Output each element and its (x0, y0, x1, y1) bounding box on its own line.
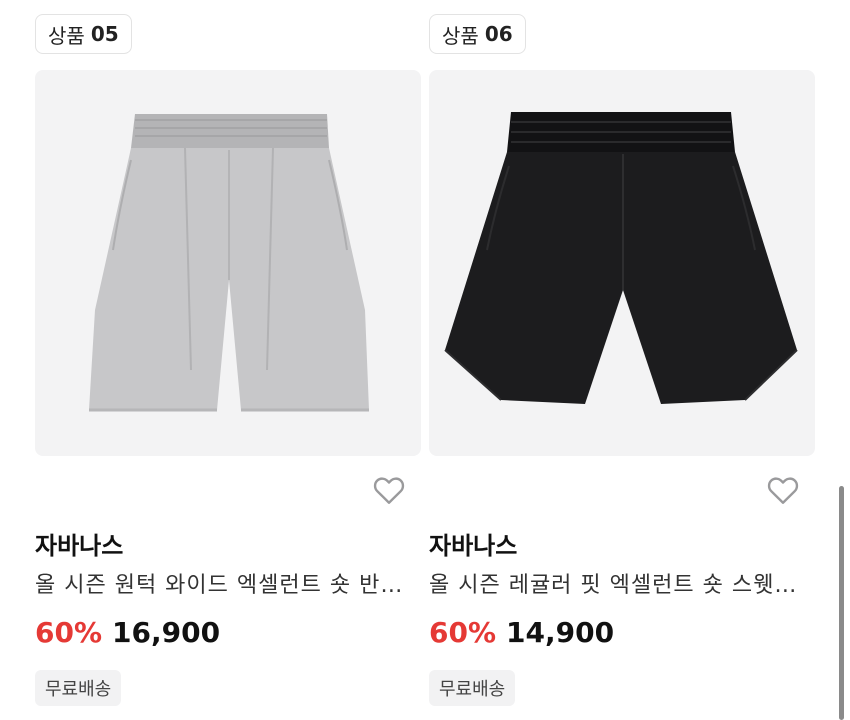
tag-prefix: 상품 (442, 23, 479, 48)
price-row: 60% 14,900 (429, 616, 614, 649)
sale-price: 16,900 (112, 616, 221, 649)
product-number-tag: 상품 05 (35, 14, 132, 54)
free-shipping-badge: 무료배송 (35, 670, 122, 706)
heart-outline-icon (767, 477, 799, 504)
product-image[interactable] (35, 70, 421, 456)
tag-number: 06 (484, 22, 513, 46)
wishlist-button[interactable] (371, 472, 407, 508)
product-card[interactable]: 상품 05 자바나스 올 시즌 원턱 와이드 엑셀런트 숏 반바지 60% 16… (35, 0, 421, 720)
brand-name: 자바나스 (35, 532, 124, 560)
heart-outline-icon (373, 477, 405, 504)
product-card[interactable]: 상품 06 자바나스 올 시즌 레귤러 핏 엑셀런트 숏 스웻 반바지 60% … (429, 0, 815, 720)
free-shipping-badge: 무료배송 (429, 670, 516, 706)
discount-rate: 60% (429, 616, 497, 649)
product-title[interactable]: 올 시즌 원턱 와이드 엑셀런트 숏 반바지 (35, 567, 410, 599)
tag-prefix: 상품 (48, 23, 85, 48)
vertical-scrollbar[interactable] (839, 486, 844, 720)
tag-number: 05 (90, 22, 119, 46)
product-image[interactable] (429, 70, 815, 456)
price-row: 60% 16,900 (35, 616, 220, 649)
wishlist-button[interactable] (765, 472, 801, 508)
discount-rate: 60% (35, 616, 103, 649)
black-shorts-image (444, 112, 798, 404)
sale-price: 14,900 (506, 616, 615, 649)
product-number-tag: 상품 06 (429, 14, 526, 54)
gray-shorts-image (89, 114, 369, 412)
product-title[interactable]: 올 시즌 레귤러 핏 엑셀런트 숏 스웻 반바지 (429, 567, 804, 599)
brand-name: 자바나스 (429, 532, 518, 560)
